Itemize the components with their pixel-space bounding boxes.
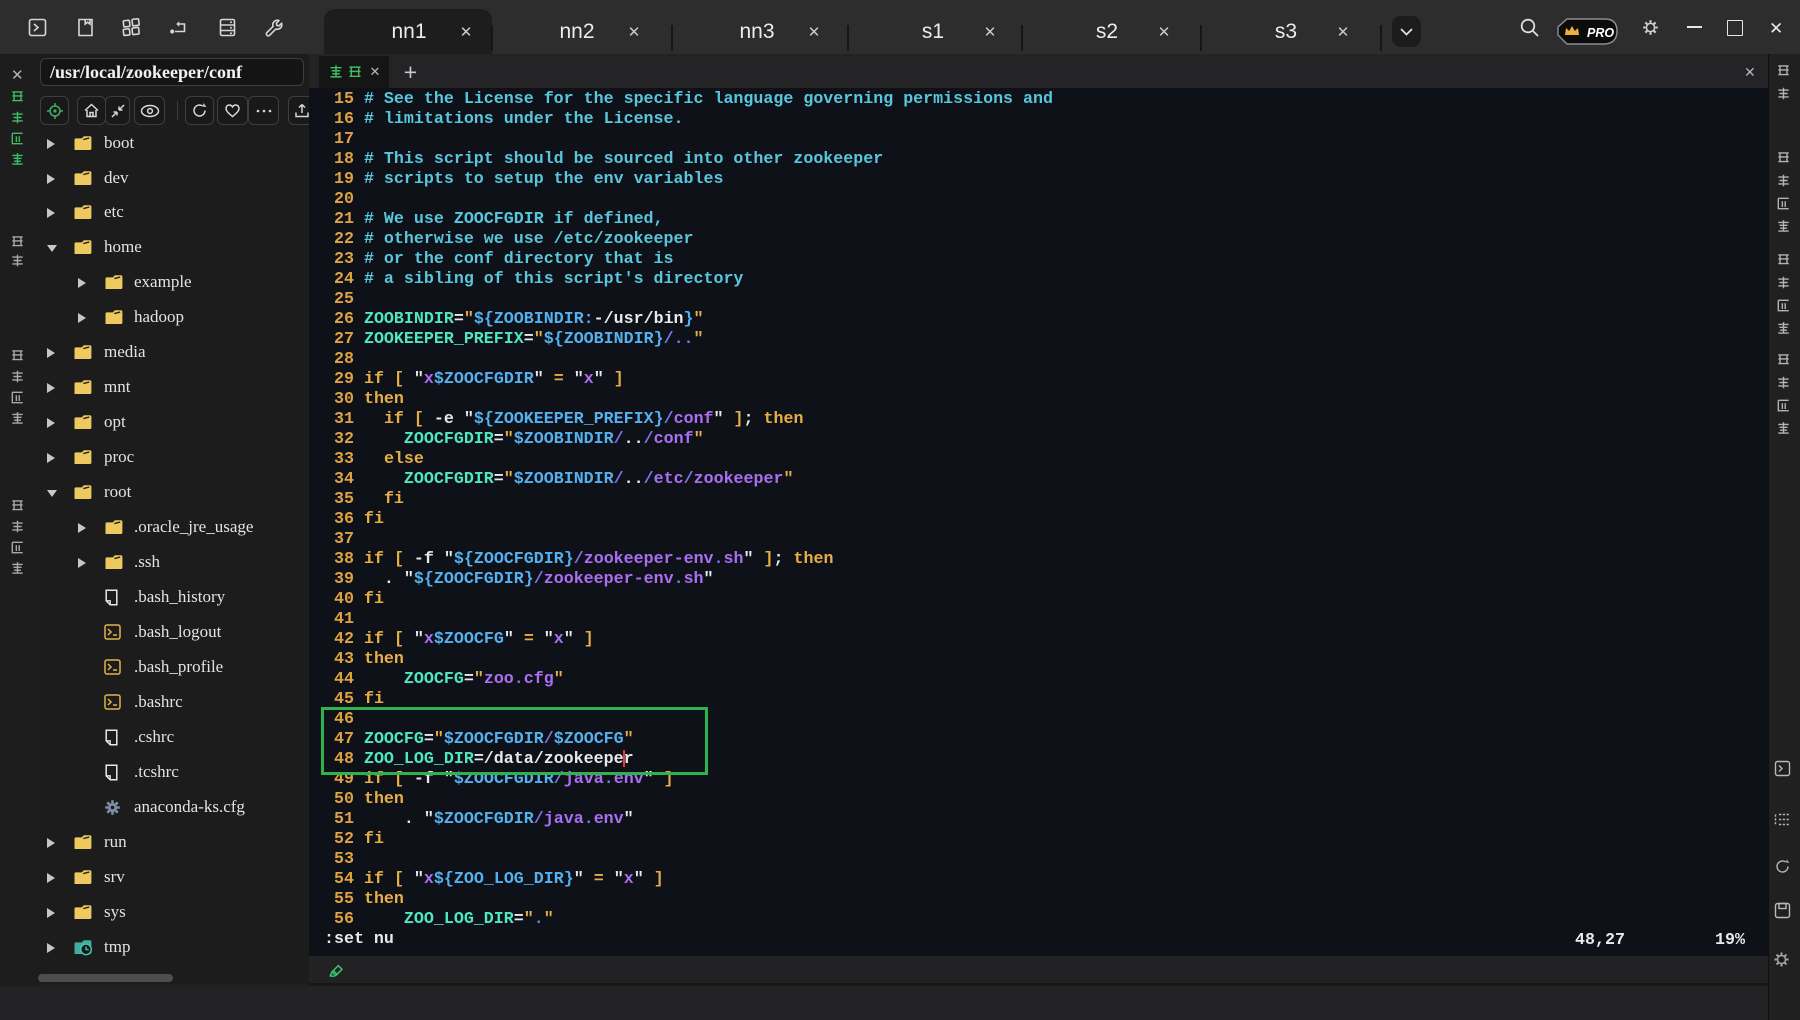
svg-text:PRO: PRO <box>1587 26 1614 40</box>
